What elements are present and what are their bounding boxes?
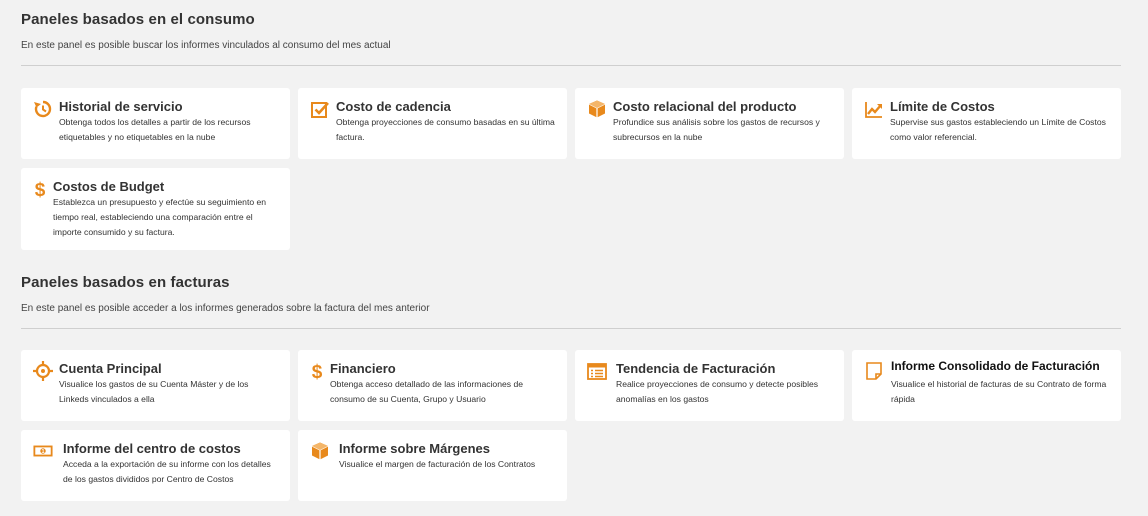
card-description: Obtenga proyecciones de consumo basadas … [336,117,555,142]
facturas-section-header: Paneles basados en facturas En este pane… [21,274,1121,314]
card-informe-del-centro-de-costos[interactable]: 1 Informe del centro de costos Acceda a … [21,430,290,501]
dollar-icon: $ [306,360,328,382]
card-description: Profundice sus análisis sobre los gastos… [613,117,820,142]
cube-icon [309,440,331,462]
card-description: Supervise sus gastos estableciendo un Lí… [890,117,1106,142]
card-informe-consolidado-de-facturacion[interactable]: Informe Consolidado de Facturación Visua… [852,350,1121,421]
card-title: Informe Consolidado de Facturación [891,359,1100,373]
trend-up-icon [863,98,885,120]
card-informe-sobre-margenes[interactable]: Informe sobre Márgenes Visualice el marg… [298,430,567,501]
card-description: Obtenga acceso detallado de las informac… [330,379,524,404]
card-title: Financiero [330,361,396,376]
card-financiero[interactable]: $ Financiero Obtenga acceso detallado de… [298,350,567,421]
card-description: Visualice el historial de facturas de su… [891,379,1107,404]
section-description: En este panel es posible buscar los info… [21,40,391,51]
card-title: Informe sobre Márgenes [339,441,490,456]
card-title: Costo relacional del producto [613,99,797,114]
history-icon [32,98,54,120]
list-icon [586,360,608,382]
card-description: Acceda a la exportación de su informe co… [63,459,271,484]
card-tendencia-de-facturacion[interactable]: Tendencia de Facturación Realice proyecc… [575,350,844,421]
divider [21,328,1121,329]
card-description: Establezca un presupuesto y efectúe su s… [53,197,267,237]
card-costo-de-cadencia[interactable]: Costo de cadencia Obtenga proyecciones d… [298,88,567,159]
section-title: Paneles basados en el consumo [21,11,255,28]
card-costo-relacional-del-producto[interactable]: Costo relacional del producto Profundice… [575,88,844,159]
crosshair-icon [32,360,54,382]
card-description: Obtenga todos los detalles a partir de l… [59,117,251,142]
consumo-section-header: Paneles basados en el consumo En este pa… [21,11,1121,51]
dollar-icon: $ [29,178,51,200]
card-cuenta-principal[interactable]: Cuenta Principal Visualice los gastos de… [21,350,290,421]
checkbox-icon [309,98,331,120]
card-description: Visualice el margen de facturación de lo… [339,459,536,469]
card-title: Cuenta Principal [59,361,162,376]
section-description: En este panel es posible acceder a los i… [21,303,430,314]
card-costos-de-budget[interactable]: $ Costos de Budget Establezca un presupu… [21,168,290,250]
card-title: Costo de cadencia [336,99,451,114]
card-historial-de-servicio[interactable]: Historial de servicio Obtenga todos los … [21,88,290,159]
card-title: Costos de Budget [53,179,165,194]
card-title: Informe del centro de costos [63,441,241,456]
svg-text:$: $ [35,180,46,199]
svg-text:1: 1 [41,449,44,455]
card-title: Límite de Costos [890,99,995,114]
divider [21,65,1121,66]
card-description: Realice proyecciones de consumo y detect… [616,379,819,404]
note-icon [863,360,885,382]
svg-text:$: $ [312,362,323,381]
card-limite-de-costos[interactable]: Límite de Costos Supervise sus gastos es… [852,88,1121,159]
section-title: Paneles basados en facturas [21,274,230,291]
card-title: Historial de servicio [59,99,183,114]
card-description: Visualice los gastos de su Cuenta Máster… [59,379,249,404]
money-icon: 1 [32,440,54,462]
cube-icon [586,98,608,120]
card-title: Tendencia de Facturación [616,361,776,376]
